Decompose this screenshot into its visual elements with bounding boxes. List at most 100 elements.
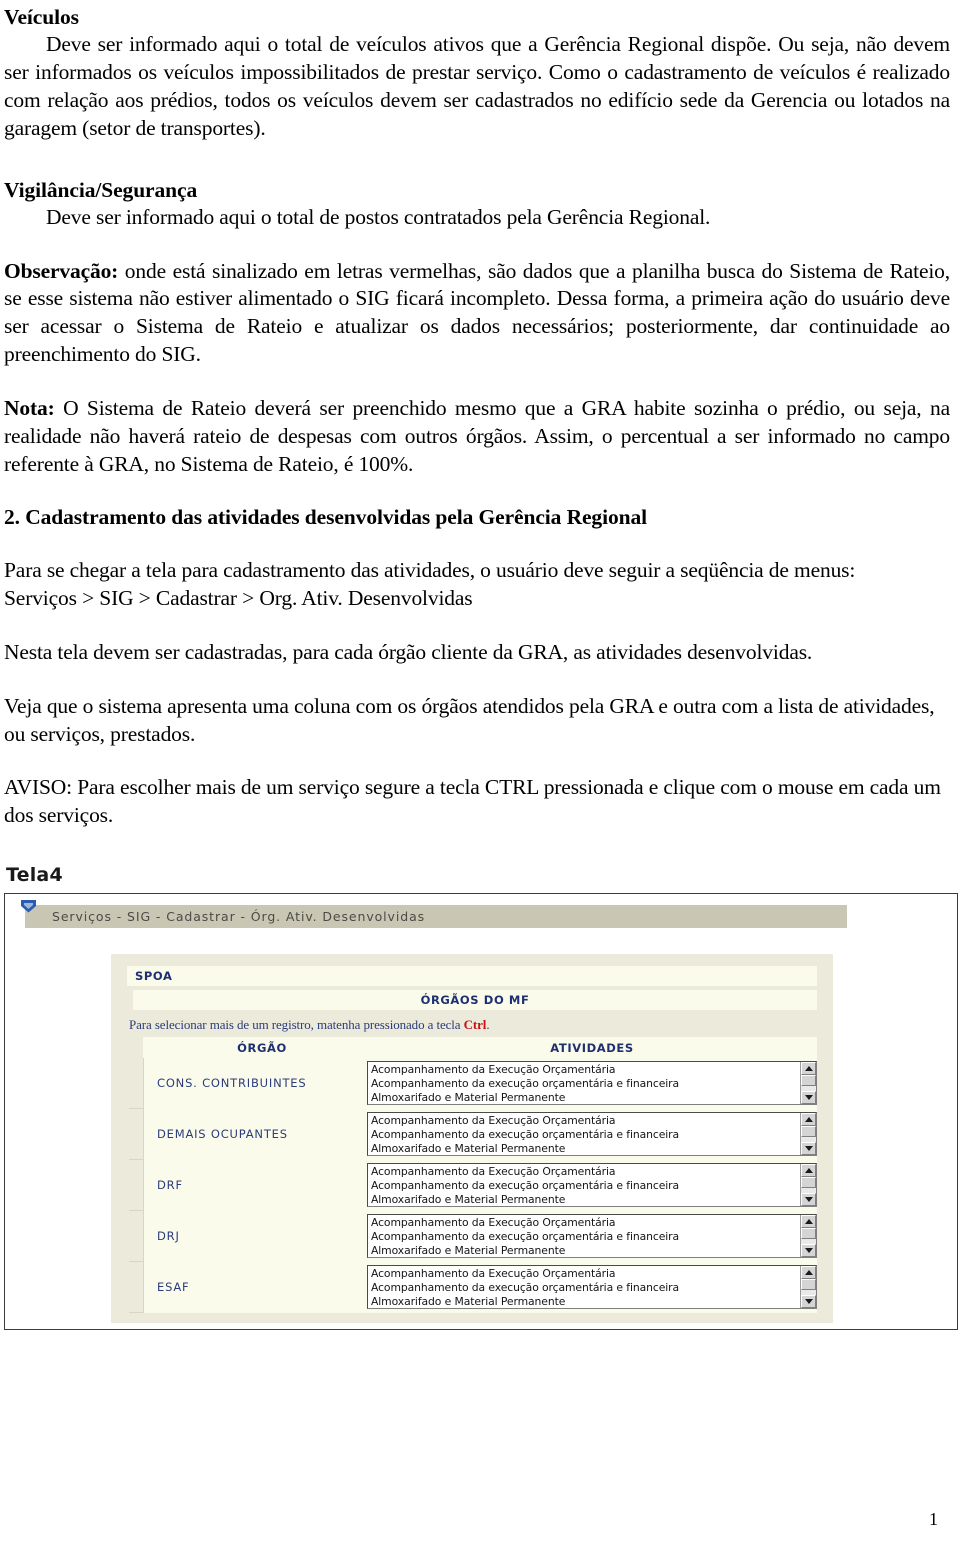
scroll-up-icon[interactable] — [801, 1266, 816, 1280]
scroll-up-icon[interactable] — [801, 1113, 816, 1127]
paragraph-menu-path: Serviços > SIG > Cadastrar > Org. Ativ. … — [4, 586, 473, 611]
activities-listbox[interactable]: Acompanhamento da Execução Orçamentária A… — [367, 1163, 817, 1208]
paragraph-veiculos: Deve ser informado aqui o total de veícu… — [4, 32, 950, 140]
listbox-option[interactable]: Acompanhamento da execução orçamentária … — [371, 1230, 800, 1244]
listbox-option[interactable]: Almoxarifado e Material Permanente — [371, 1193, 800, 1206]
listbox-option[interactable]: Acompanhamento da execução orçamentária … — [371, 1281, 800, 1295]
row-spacer-cell-2 — [143, 1159, 157, 1211]
paragraph-veja-sistema: Veja que o sistema apresenta uma coluna … — [4, 693, 935, 746]
activities-cell: Acompanhamento da Execução Orçamentária A… — [367, 1261, 817, 1313]
listbox-option[interactable]: Acompanhamento da execução orçamentária … — [371, 1179, 800, 1193]
listbox-scrollbar[interactable] — [800, 1266, 816, 1309]
row-spacer-cell-2 — [143, 1210, 157, 1262]
listbox-options[interactable]: Acompanhamento da Execução Orçamentária A… — [368, 1266, 800, 1308]
activities-listbox[interactable]: Acompanhamento da Execução Orçamentária A… — [367, 1061, 817, 1106]
scroll-down-icon[interactable] — [801, 1091, 816, 1105]
numbered-section-heading: 2. Cadastramento das atividades desenvol… — [4, 505, 647, 530]
scroll-up-icon[interactable] — [801, 1164, 816, 1178]
listbox-options[interactable]: Acompanhamento da Execução Orçamentária A… — [368, 1113, 800, 1155]
listbox-option[interactable]: Acompanhamento da execução orçamentária … — [371, 1128, 800, 1142]
paragraph-observacao: Observação: onde está sinalizado em letr… — [4, 258, 950, 369]
screenshot-title-bar: Serviços - SIG - Cadastrar - Órg. Ativ. … — [25, 905, 847, 929]
activities-listbox[interactable]: Acompanhamento da Execução Orçamentária A… — [367, 1112, 817, 1157]
unit-label: SPOA — [135, 969, 173, 984]
paragraph-aviso: AVISO: Para escolher mais de um serviço … — [4, 775, 941, 828]
activities-cell: Acompanhamento da Execução Orçamentária A… — [367, 1210, 817, 1262]
listbox-option[interactable]: Almoxarifado e Material Permanente — [371, 1244, 800, 1257]
scrollbar-thumb[interactable] — [801, 1126, 816, 1138]
header-spacer-2 — [143, 1037, 157, 1059]
row-spacer-cell-1 — [129, 1261, 144, 1314]
figure-caption: Tela4 — [6, 864, 63, 887]
document-page: Veículos Deve ser informado aqui o total… — [0, 0, 960, 1548]
row-spacer-cell-1 — [129, 1159, 144, 1212]
scrollbar-thumb[interactable] — [801, 1228, 816, 1240]
organ-name-cell: CONS. CONTRIBUINTES — [157, 1058, 367, 1109]
listbox-option[interactable]: Acompanhamento da Execução Orçamentária — [371, 1267, 800, 1281]
organ-activities-table: ÓRGÃO ATIVIDADES CONS. CONTRIBUINTES Acom… — [129, 1037, 817, 1314]
listbox-option[interactable]: Acompanhamento da Execução Orçamentária — [371, 1216, 800, 1230]
listbox-option[interactable]: Acompanhamento da Execução Orçamentária — [371, 1165, 800, 1179]
activities-listbox[interactable]: Acompanhamento da Execução Orçamentária A… — [367, 1214, 817, 1259]
hint-ctrl-key: Ctrl — [463, 1017, 487, 1033]
organ-name-cell: ESAF — [157, 1261, 367, 1313]
selection-hint: Para selecionar mais de um registro, mat… — [129, 1017, 833, 1033]
activities-listbox[interactable]: Acompanhamento da Execução Orçamentária A… — [367, 1265, 817, 1310]
organ-name-cell: DEMAIS OCUPANTES — [157, 1108, 367, 1160]
listbox-scrollbar[interactable] — [800, 1164, 816, 1207]
listbox-scrollbar[interactable] — [800, 1062, 816, 1105]
observacao-label: Observação: — [4, 258, 119, 283]
paragraph-menu-path-intro: Para se chegar a tela para cadastramento… — [4, 558, 856, 583]
table-row: DEMAIS OCUPANTES Acompanhamento da Execuç… — [129, 1108, 817, 1161]
paragraph-nota: Nota: O Sistema de Rateio deverá ser pre… — [4, 395, 950, 478]
column-header-organ: ÓRGÃO — [157, 1037, 367, 1059]
scrollbar-thumb[interactable] — [801, 1279, 816, 1291]
listbox-scrollbar[interactable] — [800, 1215, 816, 1258]
scroll-up-icon[interactable] — [801, 1062, 816, 1076]
listbox-scrollbar[interactable] — [800, 1113, 816, 1156]
listbox-option[interactable]: Acompanhamento da Execução Orçamentária — [371, 1114, 800, 1128]
table-row: CONS. CONTRIBUINTES Acompanhamento da Exe… — [129, 1058, 817, 1110]
scroll-down-icon[interactable] — [801, 1193, 816, 1207]
scroll-down-icon[interactable] — [801, 1142, 816, 1156]
header-spacer-1 — [129, 1037, 143, 1059]
form-panel: SPOA ÓRGÃOS DO MF Para selecionar mais d… — [111, 954, 833, 1324]
listbox-option[interactable]: Almoxarifado e Material Permanente — [371, 1142, 800, 1155]
organ-name-cell: DRF — [157, 1159, 367, 1211]
group-header-label: ÓRGÃOS DO MF — [420, 993, 530, 1008]
listbox-options[interactable]: Acompanhamento da Execução Orçamentária A… — [368, 1215, 800, 1257]
nota-label: Nota: — [4, 395, 55, 420]
scroll-down-icon[interactable] — [801, 1295, 816, 1309]
table-body: CONS. CONTRIBUINTES Acompanhamento da Exe… — [129, 1058, 817, 1314]
scrollbar-thumb[interactable] — [801, 1075, 816, 1087]
section-heading-vigilancia: Vigilância/Segurança — [4, 177, 198, 202]
scroll-up-icon[interactable] — [801, 1215, 816, 1229]
screenshot-title-text: Serviços - SIG - Cadastrar - Órg. Ativ. … — [52, 909, 426, 925]
observacao-text: onde está sinalizado em letras vermelhas… — [4, 258, 950, 367]
table-head: ÓRGÃO ATIVIDADES — [129, 1037, 817, 1059]
scroll-down-icon[interactable] — [801, 1244, 816, 1258]
listbox-options[interactable]: Acompanhamento da Execução Orçamentária A… — [368, 1164, 800, 1206]
organ-name-cell: DRJ — [157, 1210, 367, 1262]
hint-suffix: . — [486, 1017, 490, 1033]
row-spacer-cell-2 — [143, 1261, 157, 1313]
paragraph-vigilancia: Deve ser informado aqui o total de posto… — [46, 204, 711, 229]
table-row: DRF Acompanhamento da Execução Orçamentár… — [129, 1159, 817, 1212]
activities-cell: Acompanhamento da Execução Orçamentária A… — [367, 1159, 817, 1211]
blue-banner-icon — [21, 900, 36, 913]
listbox-option[interactable]: Almoxarifado e Material Permanente — [371, 1091, 800, 1104]
listbox-option[interactable]: Almoxarifado e Material Permanente — [371, 1295, 800, 1308]
listbox-option[interactable]: Acompanhamento da Execução Orçamentária — [371, 1063, 800, 1077]
scrollbar-thumb[interactable] — [801, 1177, 816, 1189]
listbox-option[interactable]: Acompanhamento da execução orçamentária … — [371, 1077, 800, 1091]
listbox-options[interactable]: Acompanhamento da Execução Orçamentária A… — [368, 1062, 800, 1104]
column-header-activities: ATIVIDADES — [367, 1037, 817, 1059]
